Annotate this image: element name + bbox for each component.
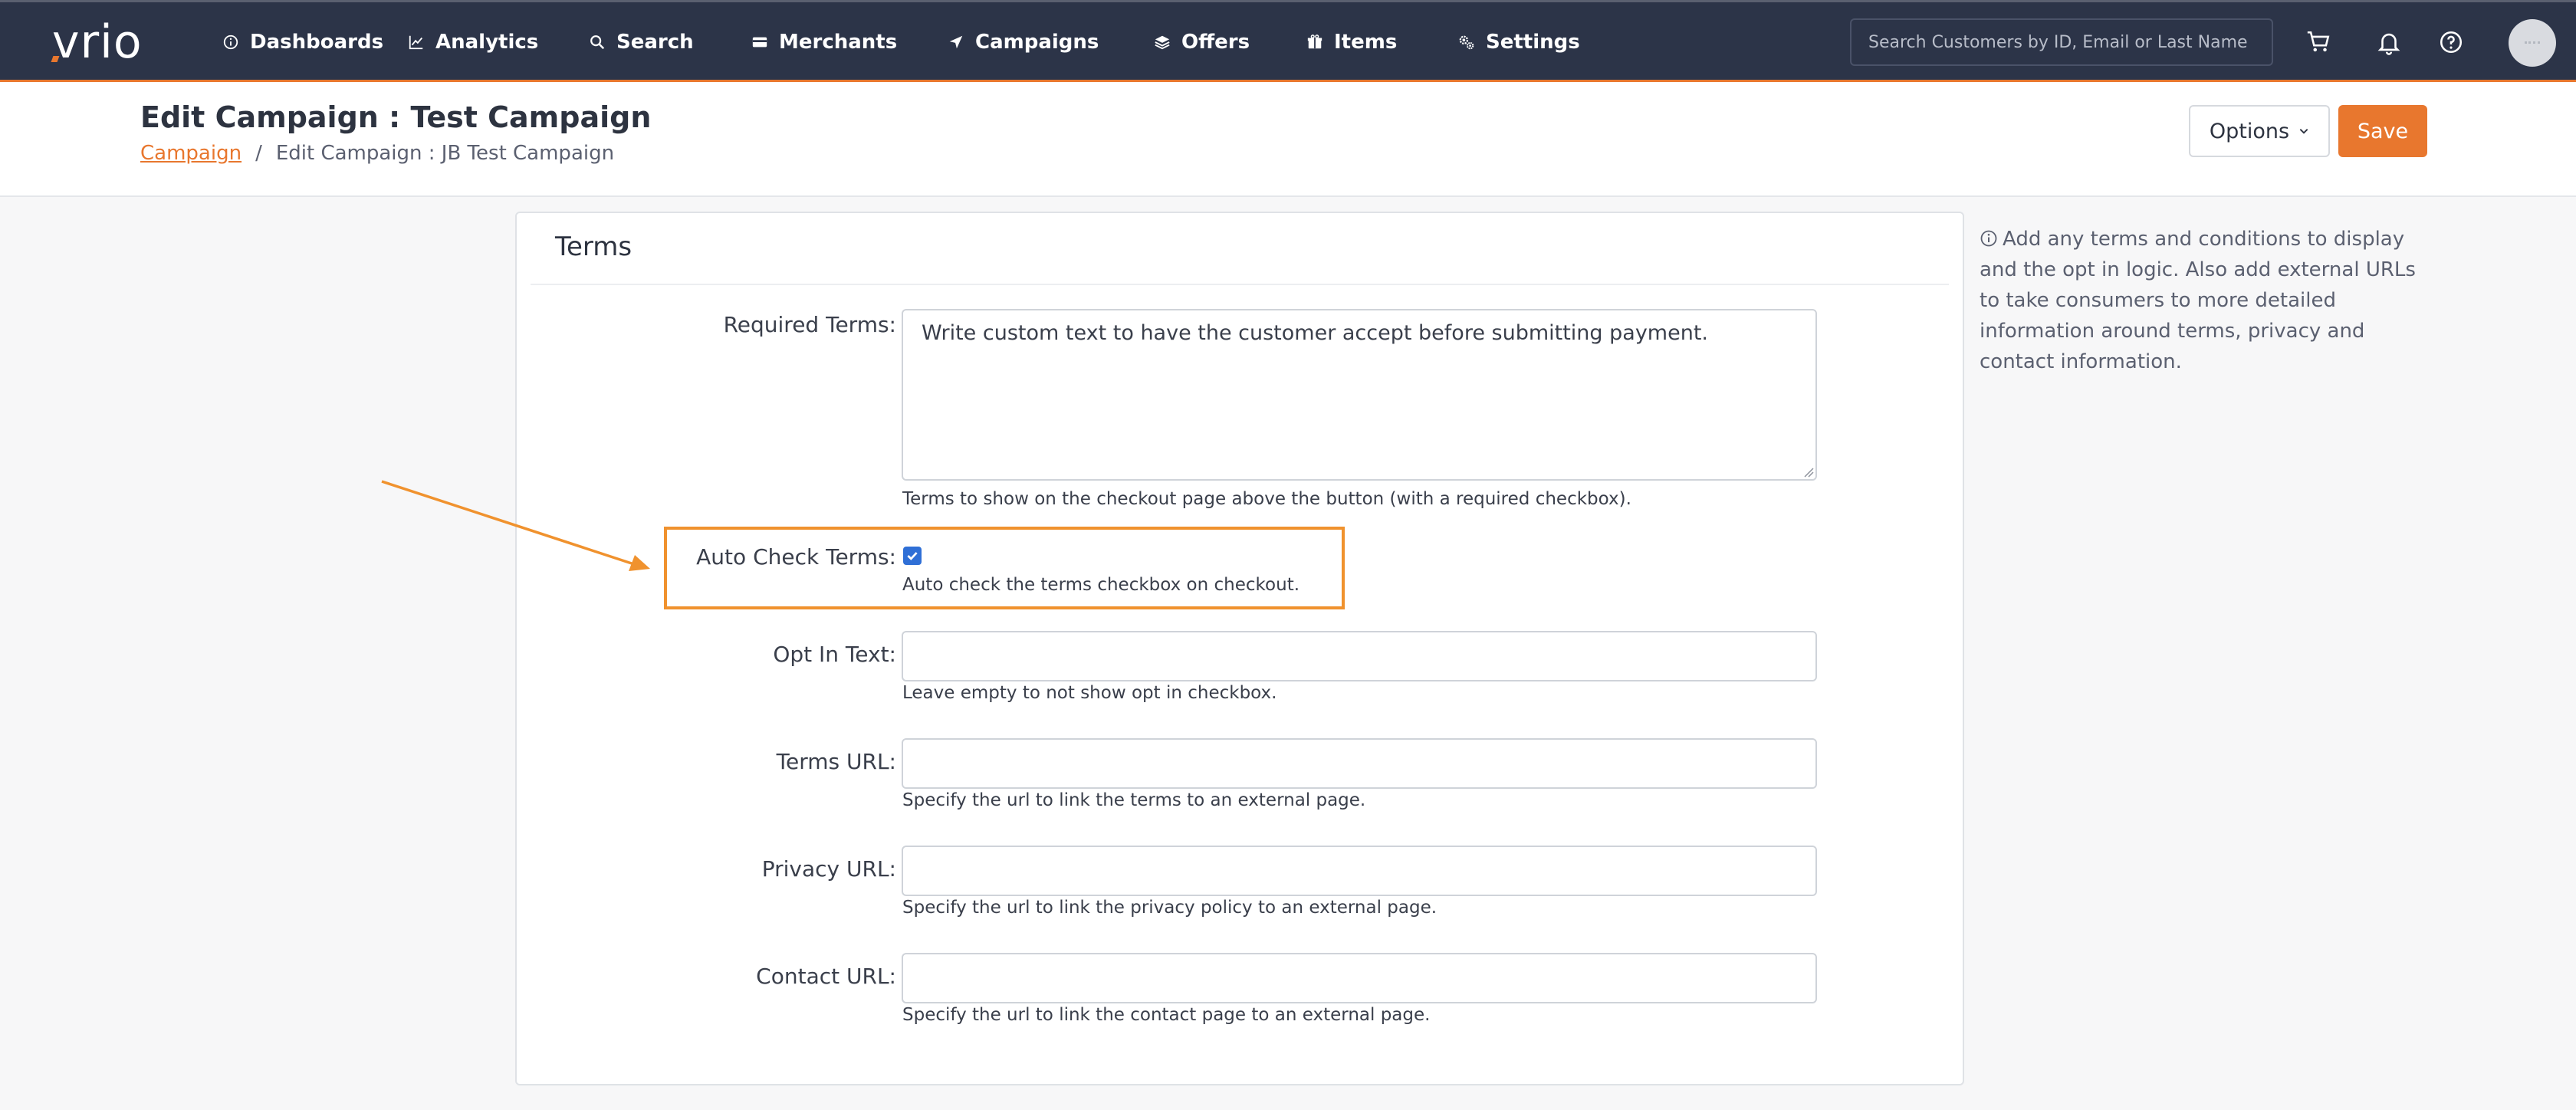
- nav-analytics[interactable]: Analytics: [408, 21, 538, 64]
- line-chart-icon: [409, 35, 423, 50]
- privacy-url-help: Specify the url to link the privacy poli…: [902, 898, 1438, 918]
- card-divider: [531, 284, 1949, 285]
- search-icon: [590, 35, 605, 50]
- options-label: Options: [2209, 119, 2290, 143]
- cart-icon[interactable]: [2303, 27, 2334, 57]
- opt-in-text-label: Opt In Text:: [773, 642, 896, 667]
- gift-box-icon: [1307, 34, 1322, 49]
- layers-icon: [1155, 35, 1170, 50]
- page-title: Edit Campaign : Test Campaign: [140, 100, 652, 134]
- save-button[interactable]: Save: [2338, 105, 2427, 157]
- terms-url-input[interactable]: [902, 738, 1817, 789]
- breadcrumb: Campaign / Edit Campaign : JB Test Campa…: [140, 142, 614, 165]
- contact-url-help: Specify the url to link the contact page…: [902, 1005, 1431, 1025]
- nav-campaigns[interactable]: Campaigns: [915, 21, 1132, 84]
- credit-card-icon: [752, 37, 767, 48]
- side-info-text: Add any terms and conditions to display …: [1980, 228, 2416, 373]
- help-icon[interactable]: [2436, 27, 2466, 57]
- privacy-url-input[interactable]: [902, 846, 1817, 896]
- resize-grip-icon[interactable]: [1802, 465, 1814, 478]
- nav-search-label: Search: [616, 31, 694, 54]
- required-terms-textarea[interactable]: Write custom text to have the customer a…: [902, 309, 1817, 481]
- opt-in-text-help: Leave empty to not show opt in checkbox.: [902, 683, 1277, 703]
- terms-url-help: Specify the url to link the terms to an …: [902, 790, 1366, 810]
- nav-dashboards-label: Dashboards: [250, 31, 384, 54]
- gears-icon: [1459, 35, 1474, 50]
- side-info-panel: Add any terms and conditions to display …: [1980, 224, 2440, 377]
- nav-merchants[interactable]: Merchants: [751, 21, 897, 64]
- annotation-arrow-icon: [381, 480, 650, 571]
- info-circle-icon: [1980, 230, 1997, 247]
- nav-campaigns-label: Campaigns: [975, 31, 1099, 54]
- breadcrumb-separator: /: [255, 142, 262, 165]
- info-circle-icon: [223, 34, 238, 50]
- breadcrumb-current: Edit Campaign : JB Test Campaign: [275, 142, 615, 165]
- top-nav: vrio Dashboards Analytics Search Merchan…: [0, 0, 2576, 84]
- nav-settings-label: Settings: [1486, 31, 1580, 54]
- nav-merchants-label: Merchants: [779, 31, 898, 54]
- nav-search[interactable]: Search: [589, 21, 694, 64]
- paper-plane-icon: [949, 35, 963, 49]
- page-header: Edit Campaign : Test Campaign Campaign /…: [0, 82, 2576, 197]
- terms-section-title: Terms: [555, 232, 632, 262]
- contact-url-input[interactable]: [902, 953, 1817, 1003]
- opt-in-text-input[interactable]: [902, 631, 1817, 681]
- privacy-url-label: Privacy URL:: [761, 856, 896, 882]
- nav-items-label: Items: [1334, 31, 1398, 54]
- annotation-highlight-box: [664, 527, 1345, 609]
- nav-offers-label: Offers: [1181, 31, 1250, 54]
- nav-offers[interactable]: Offers: [1154, 21, 1250, 64]
- terms-url-label: Terms URL:: [776, 749, 896, 774]
- nav-analytics-label: Analytics: [435, 31, 539, 54]
- customer-search-input[interactable]: [1850, 18, 2273, 66]
- bell-icon[interactable]: [2374, 27, 2404, 57]
- required-terms-help: Terms to show on the checkout page above…: [902, 489, 1631, 509]
- nav-items[interactable]: Items: [1306, 21, 1397, 64]
- chevron-down-icon: [2299, 129, 2308, 134]
- vrio-logo[interactable]: vrio: [51, 15, 143, 69]
- breadcrumb-campaign-link[interactable]: Campaign: [140, 142, 242, 165]
- required-terms-label: Required Terms:: [723, 312, 896, 337]
- nav-settings[interactable]: Settings: [1458, 21, 1580, 64]
- contact-url-label: Contact URL:: [756, 964, 896, 989]
- logo-text: vrio: [52, 15, 143, 69]
- options-dropdown-button[interactable]: Options: [2189, 105, 2330, 157]
- nav-dashboards[interactable]: Dashboards: [222, 21, 383, 64]
- avatar-placeholder: [2525, 41, 2540, 44]
- avatar[interactable]: [2509, 19, 2556, 67]
